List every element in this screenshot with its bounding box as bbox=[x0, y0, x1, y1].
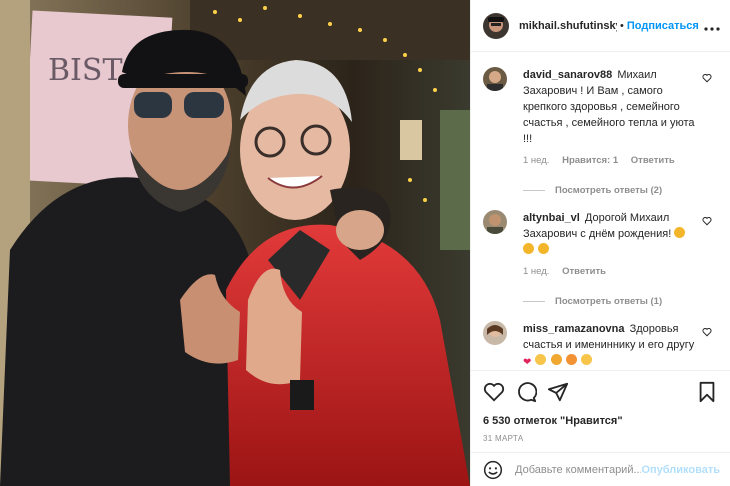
red-heart-emoji-icon: ❤ bbox=[523, 357, 532, 368]
more-horizontal-icon[interactable] bbox=[704, 18, 720, 34]
view-replies-label[interactable]: Посмотреть ответы (1) bbox=[555, 296, 662, 307]
tears-of-joy-emoji-icon bbox=[580, 354, 592, 365]
likes-count[interactable]: 6 530 отметок "Нравится" bbox=[483, 415, 718, 427]
clapping-hands-emoji-icon bbox=[523, 243, 534, 254]
reply-button[interactable]: Ответить bbox=[631, 155, 675, 166]
smiling-hearts-face-emoji-icon bbox=[565, 354, 577, 365]
comments-list[interactable]: david_sanarov88 Михаил Захарович ! И Вам… bbox=[471, 53, 730, 370]
bookmark-icon[interactable] bbox=[696, 381, 718, 403]
clapping-hands-emoji-icon bbox=[538, 243, 550, 254]
comment-icon[interactable] bbox=[515, 381, 538, 403]
follow-button[interactable]: Подписаться bbox=[627, 20, 699, 32]
heart-icon[interactable] bbox=[483, 381, 505, 403]
svg-text:BIST: BIST bbox=[48, 53, 122, 88]
share-icon[interactable] bbox=[547, 381, 569, 403]
view-replies-button[interactable]: Посмотреть ответы (1) bbox=[523, 296, 730, 307]
post-date[interactable]: 31 МАРТА bbox=[483, 434, 718, 443]
comment-username[interactable]: altynbai_vl bbox=[523, 212, 580, 224]
comment-time[interactable]: 1 нед. bbox=[523, 155, 549, 166]
replies-divider bbox=[523, 301, 545, 302]
comment-username[interactable]: david_sanarov88 bbox=[523, 69, 612, 81]
like-comment-heart-icon[interactable] bbox=[702, 216, 712, 226]
add-comment-bar: Добавьте комментарий... Опубликовать bbox=[471, 452, 730, 486]
commenter-avatar[interactable] bbox=[483, 210, 507, 234]
view-replies-button[interactable]: Посмотреть ответы (2) bbox=[523, 185, 730, 196]
commenter-avatar[interactable] bbox=[483, 321, 507, 345]
like-comment-heart-icon[interactable] bbox=[702, 327, 712, 337]
clapping-hands-emoji-icon bbox=[674, 227, 686, 238]
post-photo[interactable]: BIST bbox=[0, 0, 470, 486]
comment-time[interactable]: 1 нед. bbox=[523, 266, 549, 277]
scream-face-emoji-icon bbox=[535, 354, 547, 365]
comment-likes[interactable]: Нравится: 1 bbox=[562, 155, 618, 166]
author-username[interactable]: mikhail.shufutinsky bbox=[519, 20, 617, 32]
comment-username[interactable]: miss_ramazanovna bbox=[523, 323, 625, 335]
header-separator: • bbox=[620, 19, 624, 32]
author-avatar[interactable] bbox=[483, 12, 509, 39]
comment-item: miss_ramazanovna Здоровья счастья и имен… bbox=[471, 307, 730, 370]
emoji-picker-icon[interactable] bbox=[483, 460, 503, 480]
post-actions: 6 530 отметок "Нравится" 31 МАРТА bbox=[471, 370, 730, 443]
reply-button[interactable]: Ответить bbox=[562, 266, 606, 277]
like-comment-heart-icon[interactable] bbox=[702, 73, 712, 83]
view-replies-label[interactable]: Посмотреть ответы (2) bbox=[555, 185, 662, 196]
comment-item: altynbai_vl Дорогой Михаил Захарович с д… bbox=[471, 196, 730, 280]
comment-input[interactable]: Добавьте комментарий... bbox=[515, 464, 641, 476]
post-header: mikhail.shufutinsky • Подписаться bbox=[471, 0, 730, 52]
post-side-panel: mikhail.shufutinsky • Подписаться david_… bbox=[470, 0, 730, 486]
photo-illustration: BIST bbox=[0, 0, 470, 486]
hugging-face-emoji-icon bbox=[550, 354, 562, 365]
publish-button[interactable]: Опубликовать bbox=[641, 464, 720, 476]
instagram-post: BIST mikhail.shufutinsky • Подписаться d… bbox=[0, 0, 730, 486]
comment-item: david_sanarov88 Михаил Захарович ! И Вам… bbox=[471, 53, 730, 169]
commenter-avatar[interactable] bbox=[483, 67, 507, 91]
replies-divider bbox=[523, 190, 545, 191]
